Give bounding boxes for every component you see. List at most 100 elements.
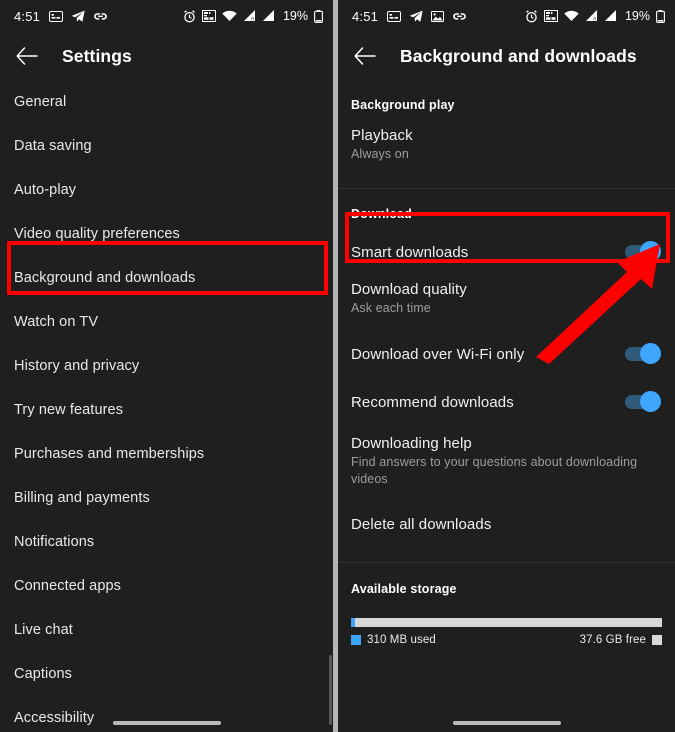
toggle-knob <box>640 343 661 364</box>
settings-item-label: Auto-play <box>14 182 77 198</box>
settings-item-label: Notifications <box>14 534 95 550</box>
link-icon <box>93 10 108 23</box>
sim-card-icon <box>543 10 558 22</box>
sidebar-item-general[interactable]: General <box>0 80 333 124</box>
row-playback[interactable]: Playback Always on <box>338 126 675 166</box>
toggle-knob <box>640 391 661 412</box>
battery-icon <box>314 9 323 23</box>
telegram-plane-icon <box>409 10 423 23</box>
alarm-clock-icon <box>525 9 538 23</box>
status-bar-left: 4:51 R 19% <box>0 0 333 32</box>
subtitle-card-icon <box>49 10 64 22</box>
row-smart-downloads[interactable]: Smart downloads <box>338 232 675 272</box>
row-texts: Download quality Ask each time <box>351 280 659 317</box>
row-texts: Downloading help Find answers to your qu… <box>351 434 659 488</box>
left-app-bar: Settings <box>0 32 333 80</box>
storage-legend: 310 MB used 37.6 GB free <box>338 634 675 646</box>
image-icon <box>431 10 445 22</box>
toggle-knob <box>640 241 661 262</box>
sidebar-item-watch-on-tv[interactable]: Watch on TV <box>0 300 333 344</box>
row-recommend-downloads[interactable]: Recommend downloads <box>338 382 675 422</box>
row-texts: Playback Always on <box>351 126 659 163</box>
sidebar-item-connected-apps[interactable]: Connected apps <box>0 564 333 608</box>
back-arrow-icon[interactable] <box>14 43 40 69</box>
row-title: Smart downloads <box>351 243 469 261</box>
page-title: Background and downloads <box>400 45 637 66</box>
row-texts: Download over Wi-Fi only <box>351 345 625 364</box>
sidebar-item-video-quality-preferences[interactable]: Video quality preferences <box>0 212 333 256</box>
settings-item-label: Try new features <box>14 402 124 418</box>
section-header-download: Download <box>351 207 412 221</box>
row-subtitle: Find answers to your questions about dow… <box>351 455 638 486</box>
sidebar-item-try-new-features[interactable]: Try new features <box>0 388 333 432</box>
settings-item-label: Captions <box>14 666 73 682</box>
battery-percent-label: 19% <box>624 9 650 23</box>
sidebar-item-live-chat[interactable]: Live chat <box>0 608 333 652</box>
storage-free-label: 37.6 GB free <box>579 634 646 646</box>
sidebar-item-background-and-downloads[interactable]: Background and downloads <box>0 256 333 300</box>
signal-bars-icon <box>262 10 275 22</box>
row-subtitle: Ask each time <box>351 301 431 315</box>
settings-item-label: Connected apps <box>14 578 122 594</box>
gesture-navigation-bar <box>112 721 221 725</box>
left-phone-screen: 4:51 R 19% Settings General Data saving … <box>0 0 333 732</box>
sidebar-item-auto-play[interactable]: Auto-play <box>0 168 333 212</box>
telegram-plane-icon <box>71 10 85 23</box>
sim-card-icon <box>201 10 216 22</box>
row-texts: Recommend downloads <box>351 393 625 412</box>
recommend-downloads-toggle[interactable] <box>625 391 661 412</box>
settings-item-label: Video quality preferences <box>14 226 180 242</box>
status-bar-clock: 4:51 <box>352 8 379 24</box>
settings-item-label: Billing and payments <box>14 490 150 506</box>
status-bar-clock: 4:51 <box>14 8 41 24</box>
sidebar-item-accessibility[interactable]: Accessibility <box>0 696 333 732</box>
sidebar-item-captions[interactable]: Captions <box>0 652 333 696</box>
storage-used-segment <box>351 618 355 627</box>
smart-downloads-toggle[interactable] <box>625 241 661 262</box>
row-title: Playback <box>351 127 413 144</box>
status-bar-right: 4:51 R 19% <box>338 0 675 32</box>
alarm-clock-icon <box>183 9 196 23</box>
back-arrow-icon[interactable] <box>352 43 378 69</box>
row-delete-all-downloads[interactable]: Delete all downloads <box>338 504 675 544</box>
signal-bars-icon: R <box>243 10 256 22</box>
settings-item-label: Live chat <box>14 622 73 638</box>
battery-icon <box>656 9 665 23</box>
settings-item-label: Accessibility <box>14 710 95 726</box>
row-texts: Delete all downloads <box>351 515 659 534</box>
settings-item-label: Data saving <box>14 138 92 154</box>
download-over-wifi-toggle[interactable] <box>625 343 661 364</box>
signal-bars-icon <box>604 10 617 22</box>
row-subtitle: Always on <box>351 147 409 161</box>
scrollbar-thumb[interactable] <box>329 655 332 725</box>
row-downloading-help[interactable]: Downloading help Find answers to your qu… <box>338 434 675 488</box>
row-download-quality[interactable]: Download quality Ask each time <box>338 280 675 320</box>
status-bar-notification-icons <box>49 10 108 23</box>
storage-legend-used: 310 MB used <box>351 634 436 646</box>
sidebar-item-purchases-and-memberships[interactable]: Purchases and memberships <box>0 432 333 476</box>
link-icon <box>452 10 467 23</box>
storage-legend-free: 37.6 GB free <box>580 634 662 646</box>
status-bar-notification-icons <box>387 10 467 23</box>
right-app-bar: Background and downloads <box>338 32 675 80</box>
dual-screenshot-container: 4:51 R 19% Settings General Data saving … <box>0 0 675 732</box>
sidebar-item-billing-and-payments[interactable]: Billing and payments <box>0 476 333 520</box>
row-download-over-wifi-only[interactable]: Download over Wi-Fi only <box>338 334 675 374</box>
row-title: Download quality <box>351 281 467 298</box>
sidebar-item-data-saving[interactable]: Data saving <box>0 124 333 168</box>
status-bar-system-icons: R 19% <box>183 9 323 23</box>
storage-used-label: 310 MB used <box>367 634 436 646</box>
sidebar-item-notifications[interactable]: Notifications <box>0 520 333 564</box>
settings-menu-list: General Data saving Auto-play Video qual… <box>0 80 333 732</box>
gesture-navigation-bar <box>452 721 561 725</box>
sidebar-item-history-and-privacy[interactable]: History and privacy <box>0 344 333 388</box>
battery-percent-label: 19% <box>282 9 308 23</box>
settings-item-label: History and privacy <box>14 358 140 374</box>
settings-item-label: Purchases and memberships <box>14 446 205 462</box>
wifi-icon <box>222 10 237 22</box>
